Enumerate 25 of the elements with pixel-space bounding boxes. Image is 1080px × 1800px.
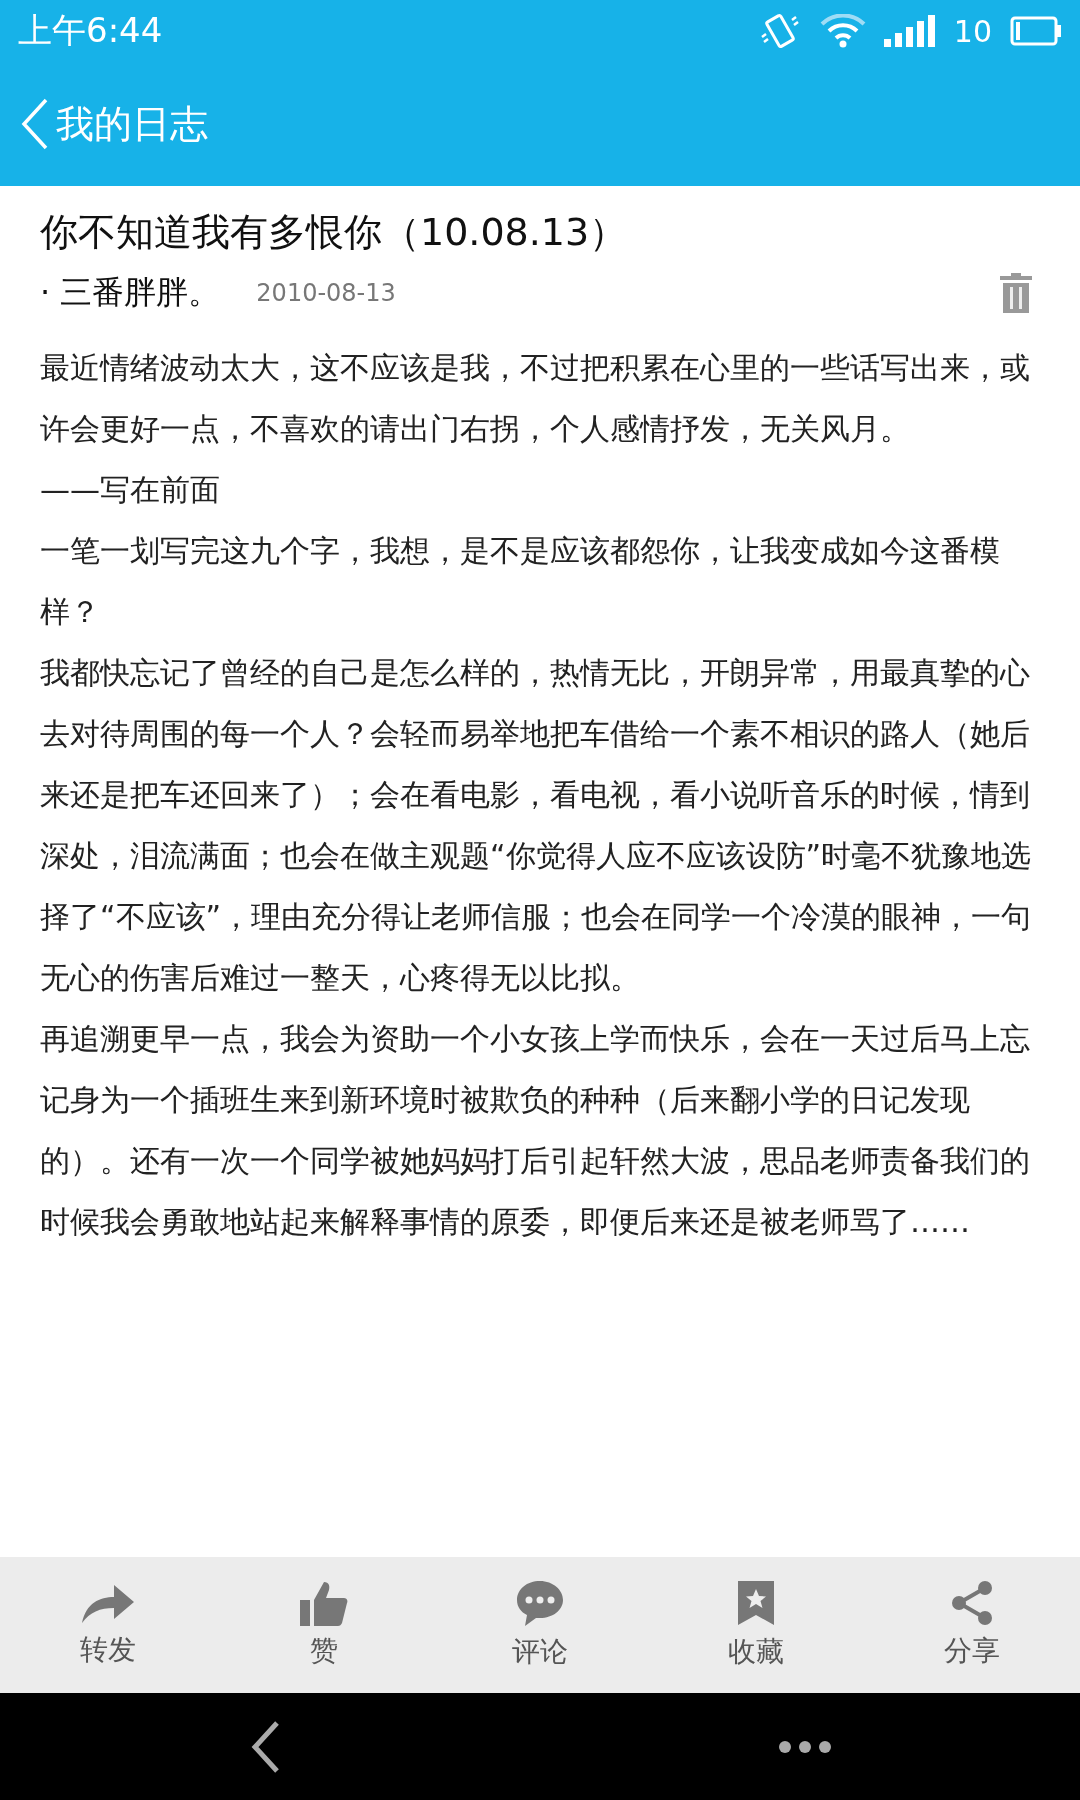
article-paragraph: ——写在前面 <box>40 471 221 509</box>
article-paragraph: 一笔一划写完这九个字，我想，是不是应该都怨你，让我变成如今这番模样？ <box>40 532 1001 631</box>
trash-icon[interactable] <box>1000 273 1032 313</box>
author-name[interactable]: · 三番胖胖。 <box>40 271 221 315</box>
forward-button[interactable]: 转发 <box>38 1581 178 1669</box>
comment-button[interactable]: 评论 <box>470 1579 610 1671</box>
wifi-icon <box>819 14 866 48</box>
thumbs-up-icon <box>300 1580 348 1626</box>
speech-bubble-icon <box>515 1579 565 1627</box>
article-paragraph: 再追溯更早一点，我会为资助一个小女孩上学而快乐，会在一天过后马上忘记身为一个插班生来到新环境时被欺负的种种（后来翻小学的日记发现的）。还有一次一个同学被她妈妈打后引起轩然大波，思品老师责备我们的时候我会勇敢地站起来解释事情的原委，即便后来还是被老师骂了…… <box>40 1020 1031 1241</box>
article-paragraph: 我都快忘记了曾经的自己是怎么样的，热情无比，开朗异常，用最真挚的心去对待周围的每一个人？会轻而易举地把车借给一个素不相识的路人（她后来还是把车还回来了）；会在看电影，看电视，看小说听音乐的时候，情到深处，泪流满面；也会在做主观题“你觉得人应不应该设防”时毫不犹豫地选择了“不应该”，理由充分得让老师信服；也会在同学一个冷漠的眼神，一句无心的伤害后难过一整天，心疼得无以比拟。 <box>40 654 1033 997</box>
share-button[interactable]: 分享 <box>902 1580 1042 1670</box>
share-icon <box>949 1580 995 1626</box>
post-date: 2010-08-13 <box>256 279 396 307</box>
favorite-button[interactable]: 收藏 <box>686 1579 826 1671</box>
battery-icon <box>1010 16 1062 46</box>
like-button[interactable]: 赞 <box>254 1580 394 1670</box>
more-icon[interactable] <box>777 1738 833 1755</box>
status-time: 上午6:44 <box>18 9 163 52</box>
signal-icon <box>883 15 936 47</box>
battery-level: 10 <box>953 13 992 49</box>
article-paragraph: 最近情绪波动太大，这不应该是我，不过把积累在心里的一些话写出来，或许会更好一点，不喜欢的请出门右拐，个人感情抒发，无关风月。 <box>40 349 1031 448</box>
bookmark-star-icon <box>736 1579 776 1627</box>
back-icon <box>20 97 50 151</box>
post-title: 你不知道我有多恨你（10.08.13） <box>40 209 629 256</box>
